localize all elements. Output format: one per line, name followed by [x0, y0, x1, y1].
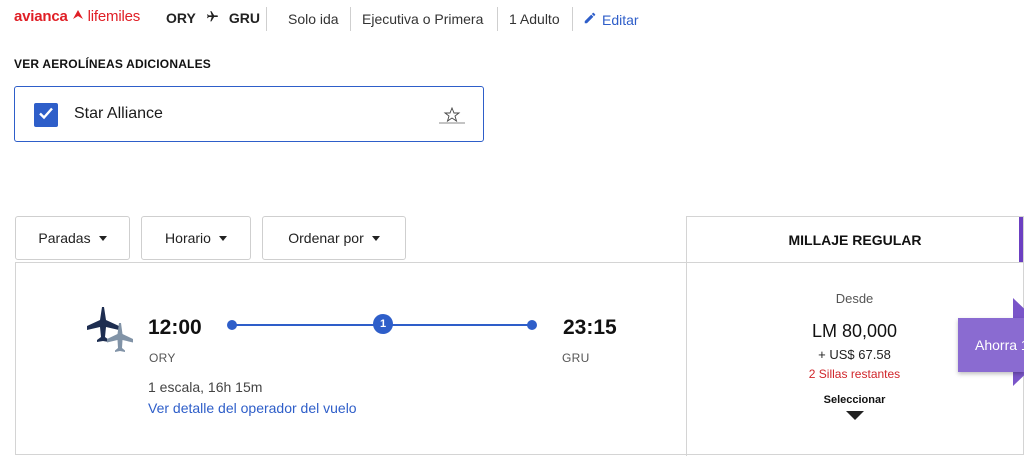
- destination-code: GRU: [228, 10, 260, 26]
- logo-avianca-text: avianca: [14, 8, 68, 25]
- schedule-filter-label: Horario: [165, 230, 211, 246]
- trip-type: Solo ida: [288, 11, 339, 27]
- cabin-class: Ejecutiva o Primera: [362, 11, 484, 27]
- arrival-dot: [527, 320, 537, 330]
- logo-lifemiles-text: lifemiles: [87, 8, 141, 25]
- pencil-icon: [583, 11, 597, 28]
- header-divider: [572, 7, 573, 31]
- departure-time: 12:00: [148, 316, 202, 339]
- edit-label: Editar: [602, 11, 639, 28]
- star-alliance-logo-icon: [435, 107, 469, 125]
- header-divider: [497, 7, 498, 31]
- savings-promo-label: Ahorra 1: [975, 337, 1024, 353]
- sort-by-dropdown[interactable]: Ordenar por: [262, 216, 406, 260]
- avianca-lifemiles-logo[interactable]: avianca lifemiles: [14, 8, 140, 25]
- triangle-down-icon: [845, 411, 864, 420]
- departure-airport: ORY: [149, 351, 176, 365]
- flight-result-card: 12:00 ORY 1 23:15 GRU 1 escala, 16h 15m …: [15, 262, 1024, 456]
- header-divider: [266, 7, 267, 31]
- caret-down-icon: [218, 235, 227, 241]
- star-alliance-checkbox[interactable]: [34, 103, 58, 127]
- departure-dot: [227, 320, 237, 330]
- top-bar: avianca lifemiles ORY GRU Solo ida Ejecu…: [0, 0, 1024, 38]
- savings-promo-button[interactable]: Ahorra 1: [958, 318, 1024, 372]
- stops-duration: 1 escala, 16h 15m: [148, 379, 263, 395]
- airplanes-icon: [84, 303, 142, 363]
- stops-filter-label: Paradas: [38, 230, 91, 246]
- passenger-count: 1 Adulto: [509, 11, 560, 27]
- header-divider: [350, 7, 351, 31]
- edit-search-button[interactable]: Editar: [583, 11, 639, 28]
- select-fare-button[interactable]: Seleccionar: [687, 394, 1022, 420]
- schedule-filter-dropdown[interactable]: Horario: [141, 216, 251, 260]
- caret-down-icon: [98, 235, 107, 241]
- airplane-icon: [206, 10, 219, 26]
- stop-count: 1: [379, 318, 387, 330]
- arrival-time: 23:15: [563, 316, 617, 339]
- origin-code: ORY: [166, 10, 196, 26]
- star-alliance-label: Star Alliance: [74, 105, 163, 122]
- from-label: Desde: [835, 291, 874, 306]
- caret-down-icon: [371, 235, 380, 241]
- arrival-airport: GRU: [562, 351, 590, 365]
- star-alliance-option[interactable]: Star Alliance: [14, 86, 484, 142]
- stops-filter-dropdown[interactable]: Paradas: [15, 216, 130, 260]
- bird-icon: [72, 9, 84, 24]
- regular-mileage-column-header: MILLAJE REGULAR: [686, 216, 1024, 263]
- additional-airlines-title: VER AEROLÍNEAS ADICIONALES: [14, 57, 211, 71]
- column-accent-bar: [1019, 217, 1023, 263]
- checkmark-icon: [38, 105, 54, 126]
- sort-by-label: Ordenar por: [288, 230, 364, 246]
- select-label: Seleccionar: [823, 394, 886, 406]
- route-summary: ORY GRU: [166, 10, 260, 26]
- flight-timeline: 1: [227, 314, 537, 334]
- regular-mileage-label: MILLAJE REGULAR: [788, 231, 922, 248]
- stop-count-badge: 1: [373, 314, 393, 334]
- operator-detail-link[interactable]: Ver detalle del operador del vuelo: [148, 400, 357, 416]
